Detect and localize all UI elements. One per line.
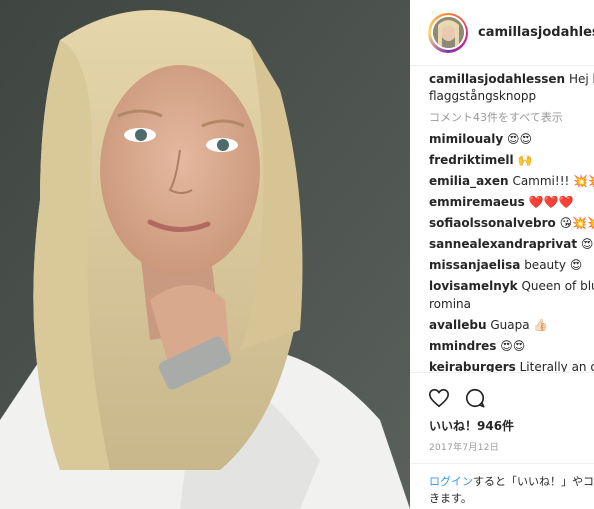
comment-username[interactable]: avallebu [429,318,487,332]
comment-username[interactable]: mimiloualy [429,132,503,146]
comment: missanjaelisa beauty 😍 [429,256,594,274]
heart-icon[interactable] [428,387,450,409]
comment-text: Queen of blurry [521,279,594,293]
comment-username[interactable]: missanjaelisa [429,258,520,272]
comment-username[interactable]: sofiaolssonalvebro [429,216,556,230]
comment-text: beauty 😍 [524,258,583,272]
comment: mmindres 😍😍 [429,337,594,355]
comment-text: 😘💥💥 [559,216,594,230]
caption: camillasjodahlessen Hej hopp flaggstångs… [429,71,594,105]
post-header: camillasjodahlessen [410,0,594,66]
login-prompt-text: すると「いいね！」やコ [473,475,594,488]
view-all-comments-link[interactable]: コメント43件をすべて表示 [429,109,594,127]
caption-text: Hej hopp [568,72,594,86]
login-prompt-text-line2: きます。 [429,492,472,505]
post-photo[interactable] [0,0,410,509]
comment-username[interactable]: mmindres [429,339,496,353]
login-link[interactable]: ログイン [429,475,473,488]
comment-icon[interactable] [464,387,486,409]
like-count[interactable]: いいね！946件 [429,417,514,434]
portrait-image [0,0,410,509]
post-panel: camillasjodahlessen camillasjodahlessen … [410,0,594,509]
avatar[interactable] [428,12,468,53]
post-date: 2017年7月12日 [429,443,500,453]
comment: sofiaolssonalvebro 😘💥💥 [429,214,594,232]
comment: emilia_axen Cammi!!! 💥💥💥 [429,172,594,190]
header-username[interactable]: camillasjodahlessen [478,25,594,40]
comment: sannealexandraprivat 😍 [429,235,594,253]
comment: lovisamelnyk Queen of blurry romina [429,277,594,313]
comment: avallebu Guapa 👍🏻 [429,316,594,334]
comment-text: ❤️❤️❤️ [528,195,574,209]
caption-username[interactable]: camillasjodahlessen [429,72,565,86]
comment: fredriktimell 🙌 [429,151,594,169]
comment-text: 🙌 [517,153,533,167]
comment-username[interactable]: fredriktimell [429,153,514,167]
comment-text: 😍😍 [500,339,526,353]
comment-username[interactable]: emilia_axen [429,174,509,188]
comment: emmiremaeus ❤️❤️❤️ [429,193,594,211]
comment-text: Cammi!!! 💥💥💥 [512,174,594,188]
comment-username[interactable]: lovisamelnyk [429,279,518,293]
comments-list: camillasjodahlessen Hej hopp flaggstångs… [429,71,594,376]
comment-text: 😍 [580,237,594,251]
avatar-image [432,17,464,48]
comment-username[interactable]: sannealexandraprivat [429,237,577,251]
comment-text-line2: romina [429,297,471,311]
caption-text-line2: flaggstångsknopp [429,89,537,103]
comment-text: Guapa 👍🏻 [490,318,549,332]
comment-text: 😍😍 [507,132,533,146]
comment: mimiloualy 😍😍 [429,130,594,148]
login-prompt: ログインすると「いいね！」やコ きます。 [410,463,594,509]
actions-section: いいね！946件 2017年7月12日 ログインすると「いいね！」やコ きます。 [410,372,594,509]
comment-username[interactable]: emmiremaeus [429,195,525,209]
action-icons [428,387,486,409]
